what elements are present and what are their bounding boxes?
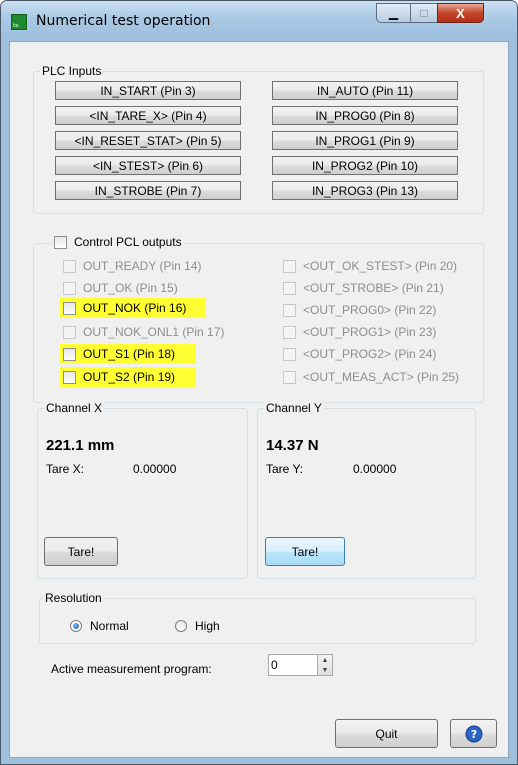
active-program-input[interactable]: 0 — [268, 654, 318, 676]
out-prog0-checkbox[interactable] — [283, 303, 296, 317]
out-s2-row[interactable]: OUT_S2 (Pin 19) — [63, 367, 175, 387]
resolution-high-radio[interactable] — [175, 620, 187, 632]
resolution-normal-option[interactable]: Normal — [70, 616, 129, 636]
out-ok-label: OUT_OK (Pin 15) — [83, 281, 178, 295]
out-prog0-label: <OUT_PROG0> (Pin 22) — [303, 303, 437, 317]
out-nok-onl1-row[interactable]: OUT_NOK_ONL1 (Pin 17) — [63, 322, 224, 342]
caption-buttons: ▁ □ X — [376, 3, 510, 23]
pin-in-prog3[interactable]: IN_PROG3 (Pin 13) — [272, 181, 458, 200]
pin-in-start[interactable]: IN_START (Pin 3) — [55, 81, 241, 100]
resolution-high-option[interactable]: High — [175, 616, 220, 636]
resolution-normal-label: Normal — [90, 619, 129, 633]
channel-y-title: Channel Y — [264, 401, 324, 415]
title-bar[interactable]: ba Numerical test operation ▁ □ X — [1, 1, 517, 41]
minimize-button[interactable]: ▁ — [376, 3, 410, 23]
out-prog2-row[interactable]: <OUT_PROG2> (Pin 24) — [283, 344, 436, 364]
help-icon: ? — [465, 725, 482, 742]
out-prog0-row[interactable]: <OUT_PROG0> (Pin 22) — [283, 300, 436, 320]
out-ready-checkbox[interactable] — [63, 259, 76, 273]
tare-x-button[interactable]: Tare! — [44, 537, 118, 566]
out-prog1-checkbox[interactable] — [283, 325, 296, 339]
out-ok-stest-label: <OUT_OK_STEST> (Pin 20) — [303, 259, 458, 273]
out-nok-onl1-checkbox[interactable] — [63, 325, 76, 339]
pin-in-prog1[interactable]: IN_PROG1 (Pin 9) — [272, 131, 458, 150]
out-ready-label: OUT_READY (Pin 14) — [83, 259, 202, 273]
minimize-icon: ▁ — [388, 6, 399, 20]
resolution-high-label: High — [195, 619, 220, 633]
active-program-label: Active measurement program: — [51, 662, 212, 676]
app-window: ba Numerical test operation ▁ □ X PLC In… — [0, 0, 518, 765]
resolution-title: Resolution — [43, 591, 104, 605]
out-strobe-row[interactable]: <OUT_STROBE> (Pin 21) — [283, 278, 444, 298]
stepper-up-icon[interactable]: ▲ — [318, 655, 332, 665]
pin-in-reset-stat[interactable]: <IN_RESET_STAT> (Pin 5) — [55, 131, 241, 150]
out-meas-act-label: <OUT_MEAS_ACT> (Pin 25) — [303, 370, 460, 384]
out-strobe-checkbox[interactable] — [283, 281, 296, 295]
control-pcl-outputs-toggle[interactable]: Control PCL outputs — [52, 232, 185, 252]
pin-in-prog0[interactable]: IN_PROG0 (Pin 8) — [272, 106, 458, 125]
out-s2-checkbox[interactable] — [63, 370, 76, 384]
out-prog1-row[interactable]: <OUT_PROG1> (Pin 23) — [283, 322, 436, 342]
pin-in-stest[interactable]: <IN_STEST> (Pin 6) — [55, 156, 241, 175]
plc-inputs-title: PLC Inputs — [40, 64, 104, 78]
pin-in-strobe[interactable]: IN_STROBE (Pin 7) — [55, 181, 241, 200]
out-s1-label: OUT_S1 (Pin 18) — [83, 347, 176, 361]
channel-x-value: 221.1 mm — [46, 437, 115, 454]
out-meas-act-checkbox[interactable] — [283, 370, 296, 384]
pin-in-prog2[interactable]: IN_PROG2 (Pin 10) — [272, 156, 458, 175]
out-ok-stest-row[interactable]: <OUT_OK_STEST> (Pin 20) — [283, 256, 457, 276]
svg-text:?: ? — [470, 728, 476, 741]
out-nok-row[interactable]: OUT_NOK (Pin 16) — [63, 298, 186, 318]
quit-button[interactable]: Quit — [335, 719, 438, 748]
out-ready-row[interactable]: OUT_READY (Pin 14) — [63, 256, 201, 276]
active-program-stepper[interactable]: ▲ ▼ — [317, 654, 333, 676]
channel-x-title: Channel X — [44, 401, 105, 415]
tare-y-button[interactable]: Tare! — [265, 537, 345, 566]
out-strobe-label: <OUT_STROBE> (Pin 21) — [303, 281, 444, 295]
dialog-client-area: PLC Inputs IN_START (Pin 3) <IN_TARE_X> … — [9, 41, 509, 758]
tare-x-value: 0.00000 — [133, 462, 177, 476]
control-pcl-outputs-label: Control PCL outputs — [74, 235, 182, 249]
out-nok-checkbox[interactable] — [63, 301, 76, 315]
tare-x-label: Tare X: — [46, 462, 85, 476]
pin-in-auto[interactable]: IN_AUTO (Pin 11) — [272, 81, 458, 100]
out-s1-row[interactable]: OUT_S1 (Pin 18) — [63, 344, 175, 364]
help-button[interactable]: ? — [450, 719, 497, 748]
out-s1-checkbox[interactable] — [63, 347, 76, 361]
channel-y-value: 14.37 N — [266, 437, 319, 454]
maximize-icon: □ — [420, 6, 428, 20]
out-nok-label: OUT_NOK (Pin 16) — [83, 301, 187, 315]
pin-in-tare-x[interactable]: <IN_TARE_X> (Pin 4) — [55, 106, 241, 125]
resolution-normal-radio[interactable] — [70, 620, 82, 632]
stepper-down-icon[interactable]: ▼ — [318, 665, 332, 675]
app-logo-icon: ba — [11, 14, 27, 30]
maximize-button[interactable]: □ — [410, 3, 437, 23]
out-meas-act-row[interactable]: <OUT_MEAS_ACT> (Pin 25) — [283, 367, 459, 387]
out-ok-stest-checkbox[interactable] — [283, 259, 296, 273]
out-ok-checkbox[interactable] — [63, 281, 76, 295]
close-icon: X — [456, 5, 465, 21]
out-prog2-label: <OUT_PROG2> (Pin 24) — [303, 347, 437, 361]
out-ok-row[interactable]: OUT_OK (Pin 15) — [63, 278, 178, 298]
tare-y-label: Tare Y: — [266, 462, 304, 476]
close-button[interactable]: X — [437, 3, 484, 23]
tare-y-value: 0.00000 — [353, 462, 397, 476]
window-title: Numerical test operation — [36, 13, 211, 29]
out-prog2-checkbox[interactable] — [283, 347, 296, 361]
out-prog1-label: <OUT_PROG1> (Pin 23) — [303, 325, 437, 339]
out-s2-label: OUT_S2 (Pin 19) — [83, 370, 176, 384]
out-nok-onl1-label: OUT_NOK_ONL1 (Pin 17) — [83, 325, 225, 339]
control-pcl-outputs-checkbox[interactable] — [54, 235, 67, 249]
